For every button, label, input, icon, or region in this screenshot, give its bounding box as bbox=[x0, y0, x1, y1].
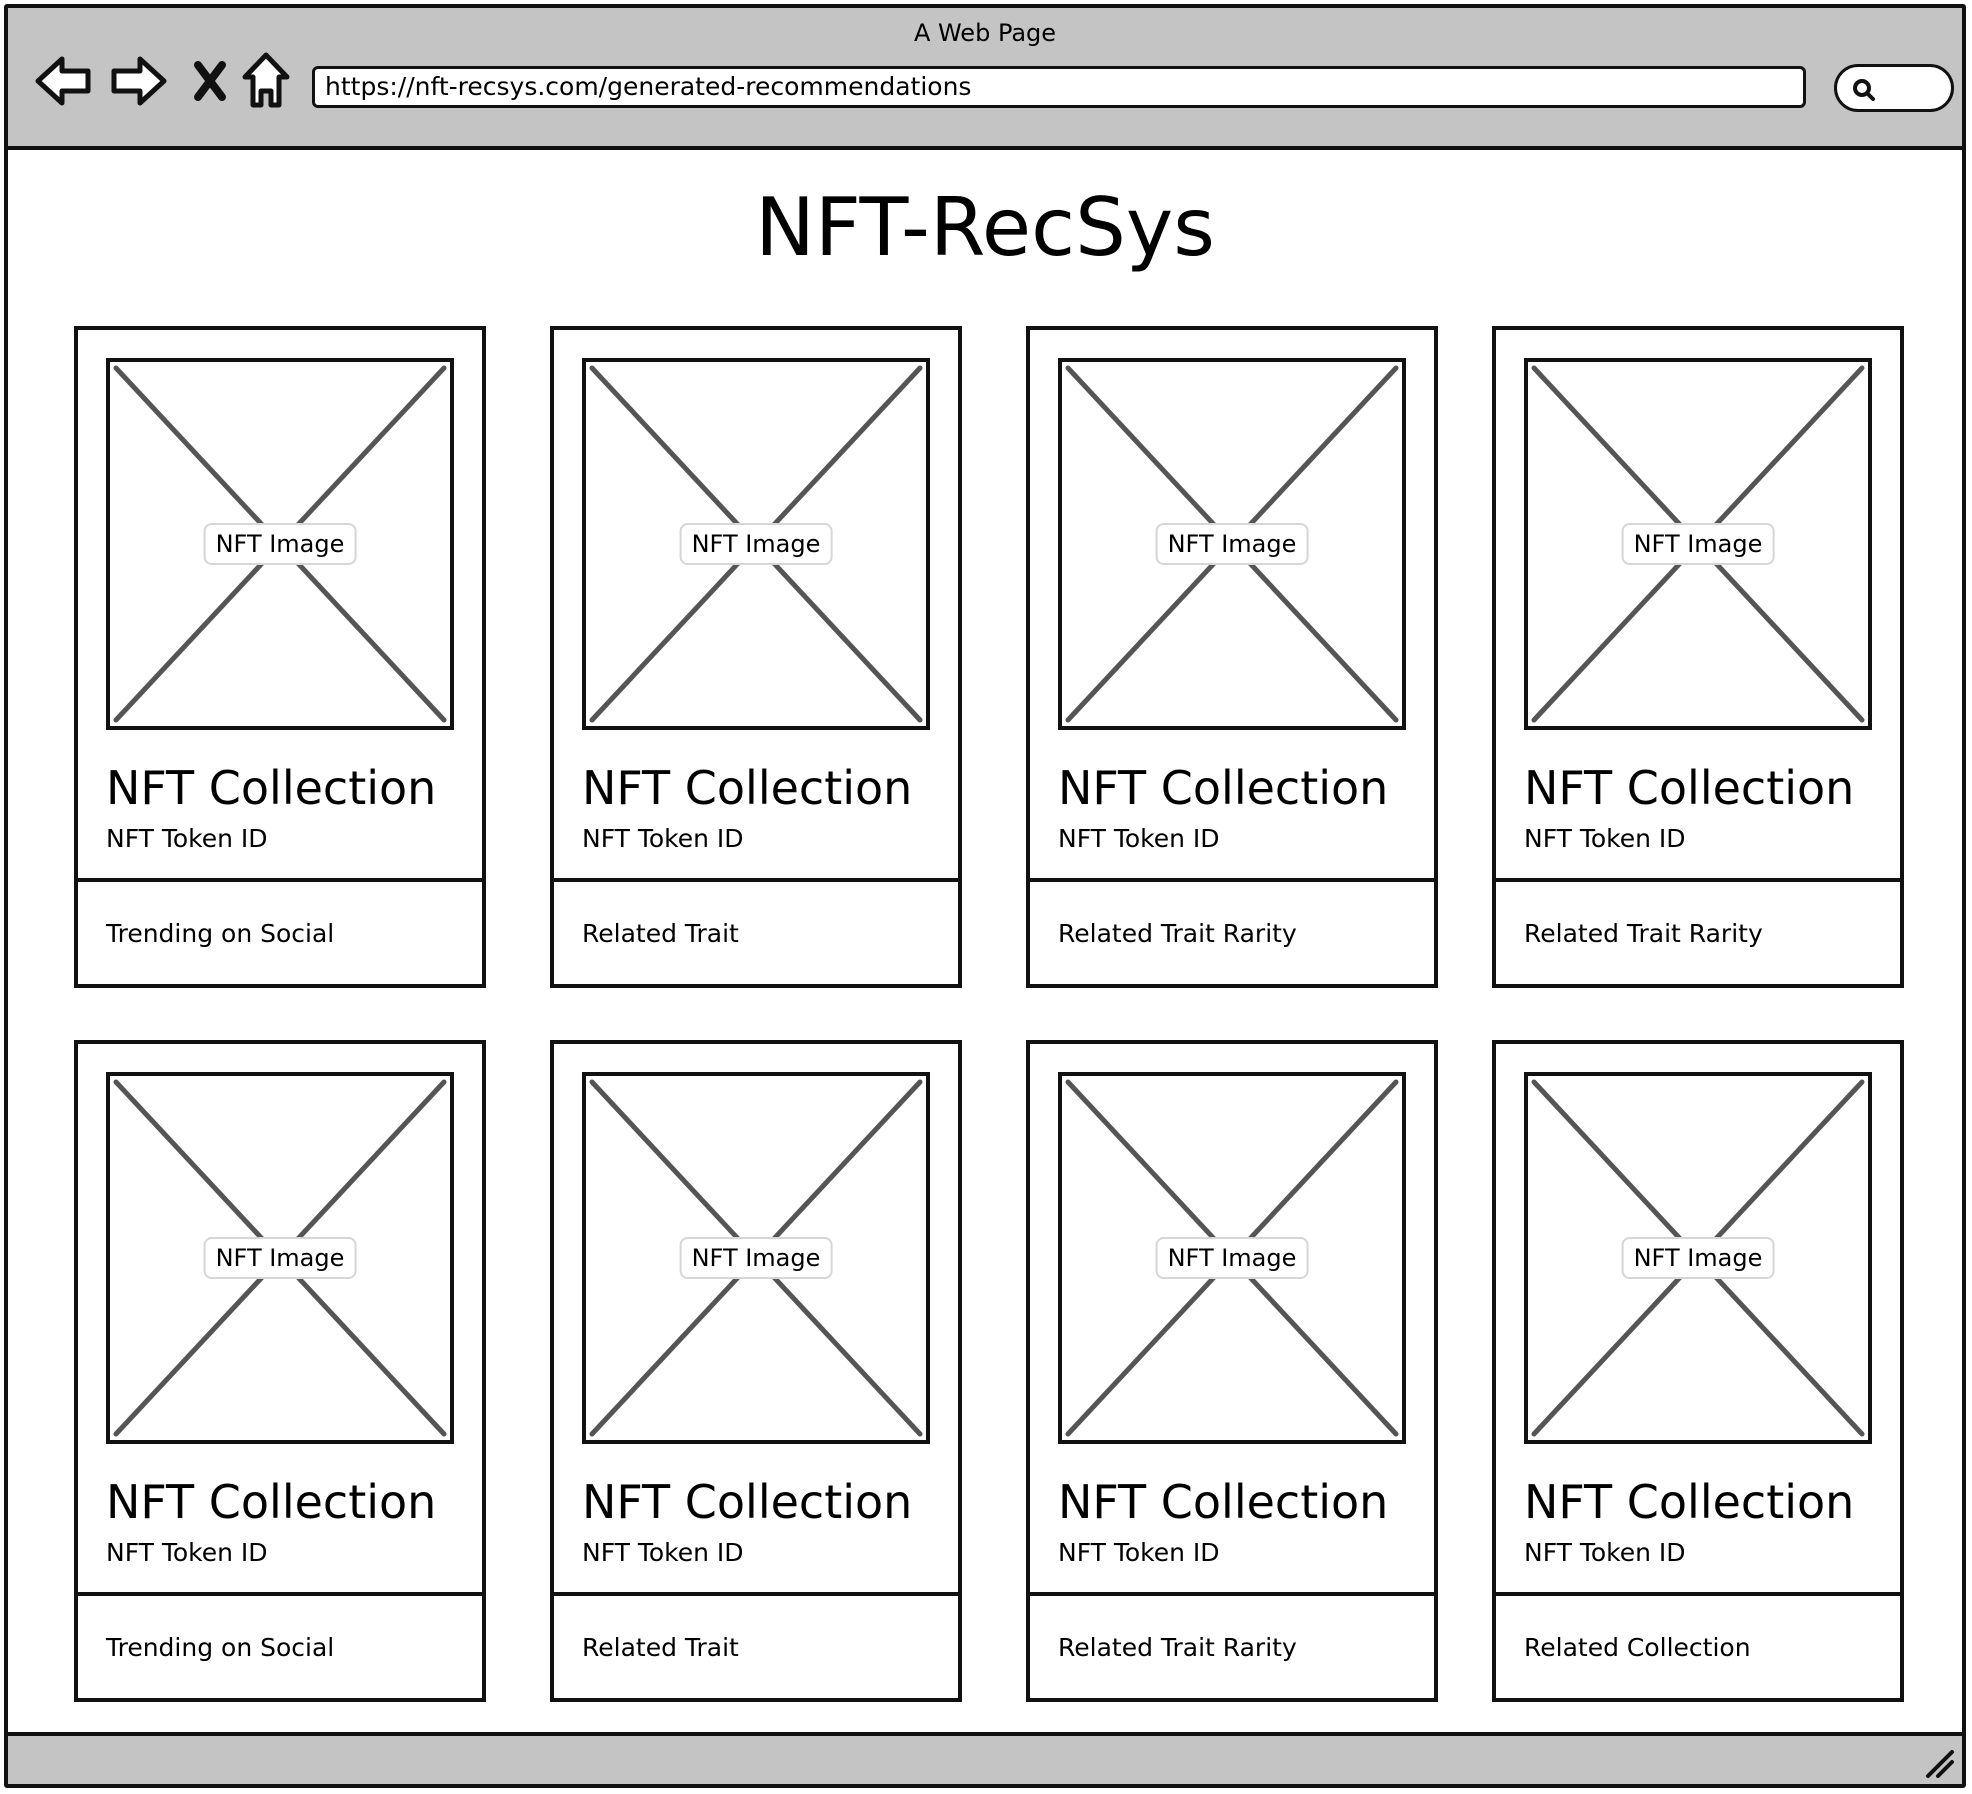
recommendation-reason[interactable]: Related Trait bbox=[554, 878, 958, 984]
nft-collection-name: NFT Collection bbox=[1524, 761, 1855, 815]
nft-collection-name: NFT Collection bbox=[1524, 1475, 1855, 1529]
nft-card[interactable]: NFT Image NFT Collection NFT Token ID Relat… bbox=[550, 326, 962, 988]
nft-image-placeholder[interactable]: NFT Image bbox=[1058, 1072, 1406, 1444]
back-button[interactable] bbox=[32, 46, 96, 116]
back-arrow-icon bbox=[35, 56, 91, 106]
recommendation-reason-label: Related Trait Rarity bbox=[1058, 918, 1297, 948]
nft-token-id: NFT Token ID bbox=[1058, 1538, 1220, 1567]
recommendation-reason-label: Related Trait bbox=[582, 918, 739, 948]
nft-card[interactable]: NFT Image NFT Collection NFT Token ID Relat… bbox=[1026, 1040, 1438, 1702]
recommendation-reason[interactable]: Trending on Social bbox=[78, 1592, 482, 1698]
nft-image-label: NFT Image bbox=[679, 523, 833, 565]
recommendation-reason-label: Trending on Social bbox=[106, 1632, 335, 1662]
recommendation-reason[interactable]: Related Collection bbox=[1496, 1592, 1900, 1698]
url-field[interactable]: https://nft-recsys.com/generated-recomme… bbox=[312, 66, 1806, 108]
recommendation-reason-label: Trending on Social bbox=[106, 918, 335, 948]
nft-image-placeholder[interactable]: NFT Image bbox=[582, 358, 930, 730]
recommendation-reason[interactable]: Trending on Social bbox=[78, 878, 482, 984]
recommendation-reason-label: Related Collection bbox=[1524, 1632, 1751, 1662]
recommendation-reason[interactable]: Related Trait Rarity bbox=[1030, 878, 1434, 984]
nft-token-id: NFT Token ID bbox=[1058, 824, 1220, 853]
nft-image-label: NFT Image bbox=[1621, 523, 1775, 565]
nft-token-id: NFT Token ID bbox=[106, 1538, 268, 1567]
nft-image-placeholder[interactable]: NFT Image bbox=[1058, 358, 1406, 730]
nft-image-label: NFT Image bbox=[203, 1237, 357, 1279]
browser-toolbar: A Web Page https://nft-recsys.com/genera… bbox=[8, 8, 1962, 150]
nft-image-placeholder[interactable]: NFT Image bbox=[1524, 1072, 1872, 1444]
forward-arrow-icon bbox=[111, 56, 167, 106]
resize-grip-icon[interactable] bbox=[1922, 1746, 1956, 1780]
home-icon bbox=[242, 52, 290, 108]
nft-card[interactable]: NFT Image NFT Collection NFT Token ID Trend… bbox=[74, 326, 486, 988]
nft-image-label: NFT Image bbox=[679, 1237, 833, 1279]
browser-window: A Web Page https://nft-recsys.com/genera… bbox=[4, 4, 1966, 1788]
nft-card[interactable]: NFT Image NFT Collection NFT Token ID Relat… bbox=[550, 1040, 962, 1702]
recommendation-reason-label: Related Trait bbox=[582, 1632, 739, 1662]
nft-token-id: NFT Token ID bbox=[582, 824, 744, 853]
nft-card[interactable]: NFT Image NFT Collection NFT Token ID Relat… bbox=[1026, 326, 1438, 988]
window-title: A Web Page bbox=[913, 19, 1057, 47]
nft-card[interactable]: NFT Image NFT Collection NFT Token ID Trend… bbox=[74, 1040, 486, 1702]
nft-collection-name: NFT Collection bbox=[1058, 761, 1389, 815]
close-x-icon bbox=[194, 61, 226, 101]
nft-image-placeholder[interactable]: NFT Image bbox=[106, 1072, 454, 1444]
nft-collection-name: NFT Collection bbox=[582, 1475, 913, 1529]
nft-image-label: NFT Image bbox=[1621, 1237, 1775, 1279]
recommendation-reason-label: Related Trait Rarity bbox=[1058, 1632, 1297, 1662]
nft-collection-name: NFT Collection bbox=[106, 761, 437, 815]
search-field[interactable] bbox=[1834, 64, 1954, 112]
nft-image-label: NFT Image bbox=[1155, 523, 1309, 565]
recommendation-reason[interactable]: Related Trait Rarity bbox=[1496, 878, 1900, 984]
nft-image-placeholder[interactable]: NFT Image bbox=[106, 358, 454, 730]
nft-token-id: NFT Token ID bbox=[106, 824, 268, 853]
nft-card[interactable]: NFT Image NFT Collection NFT Token ID Relat… bbox=[1492, 326, 1904, 988]
search-icon bbox=[1853, 79, 1875, 101]
nft-token-id: NFT Token ID bbox=[582, 1538, 744, 1567]
home-button[interactable] bbox=[234, 46, 298, 116]
page-title: NFT-RecSys bbox=[755, 181, 1215, 274]
nft-image-label: NFT Image bbox=[203, 523, 357, 565]
nft-image-label: NFT Image bbox=[1155, 1237, 1309, 1279]
nft-collection-name: NFT Collection bbox=[582, 761, 913, 815]
nft-image-placeholder[interactable]: NFT Image bbox=[582, 1072, 930, 1444]
status-bar bbox=[8, 1732, 1962, 1784]
nft-image-placeholder[interactable]: NFT Image bbox=[1524, 358, 1872, 730]
stop-button[interactable] bbox=[178, 46, 242, 116]
nft-token-id: NFT Token ID bbox=[1524, 1538, 1686, 1567]
nft-card[interactable]: NFT Image NFT Collection NFT Token ID Relat… bbox=[1492, 1040, 1904, 1702]
nft-token-id: NFT Token ID bbox=[1524, 824, 1686, 853]
recommendation-reason[interactable]: Related Trait Rarity bbox=[1030, 1592, 1434, 1698]
forward-button[interactable] bbox=[106, 46, 170, 116]
recommendation-reason-label: Related Trait Rarity bbox=[1524, 918, 1763, 948]
nft-collection-name: NFT Collection bbox=[106, 1475, 437, 1529]
recommendation-reason[interactable]: Related Trait bbox=[554, 1592, 958, 1698]
nft-collection-name: NFT Collection bbox=[1058, 1475, 1389, 1529]
